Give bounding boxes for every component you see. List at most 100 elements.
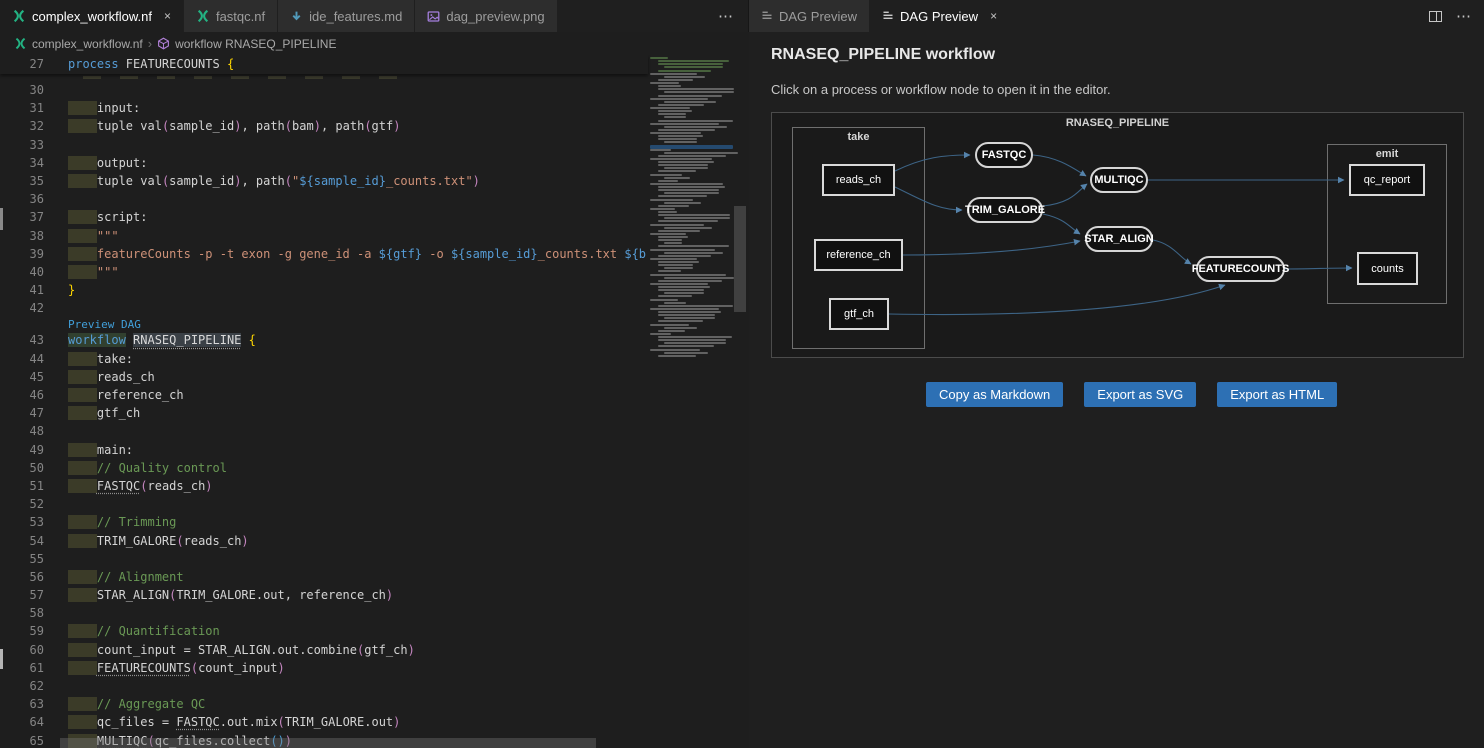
close-icon[interactable]: × — [164, 9, 171, 23]
code-line[interactable]: 38 """ — [0, 227, 648, 245]
code-line[interactable]: 35 tuple val(sample_id), path("${sample_… — [0, 172, 648, 190]
code-line[interactable]: 31 input: — [0, 99, 648, 117]
code-line[interactable]: 52 — [0, 495, 648, 513]
code-line[interactable]: 37 script: — [0, 208, 648, 226]
line-number: 36 — [0, 190, 44, 208]
code-line[interactable]: 58 — [0, 604, 648, 622]
code-line[interactable]: 49 main: — [0, 441, 648, 459]
tab-dag-preview-background[interactable]: DAG Preview — [749, 0, 870, 32]
minimap[interactable] — [650, 57, 733, 369]
code-line[interactable]: 44 take: — [0, 350, 648, 368]
dag-node-STAR_ALIGN[interactable]: STAR_ALIGN — [1085, 226, 1153, 252]
code-line[interactable]: 53 // Trimming — [0, 513, 648, 531]
code-token — [68, 119, 97, 133]
code-token — [68, 588, 97, 602]
minimap-line — [650, 145, 733, 149]
tab-dag-preview-png[interactable]: dag_preview.png — [415, 0, 557, 32]
dag-edge-reference_ch-to-STAR_ALIGN — [903, 241, 1080, 255]
code-line[interactable]: 63 // Aggregate QC — [0, 695, 648, 713]
dag-node-qc_report[interactable]: qc_report — [1349, 164, 1425, 196]
preview-icon — [761, 10, 773, 22]
tab-dag-preview-active[interactable]: DAG Preview × — [870, 0, 1010, 32]
code-line[interactable]: 39 featureCounts -p -t exon -g gene_id -… — [0, 245, 648, 263]
dag-node-FEATURECOUNTS[interactable]: FEATURECOUNTS — [1196, 256, 1285, 282]
minimap-line — [658, 345, 714, 347]
tab-fastqc[interactable]: fastqc.nf — [184, 0, 278, 32]
close-icon[interactable]: × — [990, 9, 997, 23]
minimap-line — [650, 333, 671, 335]
dag-node-MULTIQC[interactable]: MULTIQC — [1090, 167, 1148, 193]
code-line[interactable]: 55 — [0, 550, 648, 568]
code-token: FEATURECOUNTS — [97, 661, 191, 675]
code-line[interactable]: 42 — [0, 299, 648, 317]
code-line[interactable]: 43workflow RNASEQ_PIPELINE { — [0, 331, 648, 349]
code-line[interactable]: 57 STAR_ALIGN(TRIM_GALORE.out, reference… — [0, 586, 648, 604]
copy-as-markdown-button[interactable]: Copy as Markdown — [926, 382, 1063, 407]
code-line[interactable]: 62 — [0, 677, 648, 695]
tab-complex-workflow[interactable]: complex_workflow.nf × — [0, 0, 184, 32]
sticky-scroll-line[interactable]: 27 process FEATURECOUNTS { — [0, 55, 648, 74]
tab-ide-features[interactable]: ide_features.md — [278, 0, 415, 32]
minimap-line — [658, 104, 704, 106]
code-line[interactable]: 64 qc_files = FASTQC.out.mix(TRIM_GALORE… — [0, 713, 648, 731]
editor-actions: ⋯ — [1429, 0, 1484, 32]
tab-overflow-button[interactable]: ⋯ — [704, 7, 748, 25]
codelens-row[interactable]: Preview DAG — [0, 317, 648, 331]
code-line[interactable]: 36 — [0, 190, 648, 208]
minimap-line — [658, 164, 708, 166]
line-content: reads_ch — [68, 368, 155, 386]
dag-node-TRIM_GALORE[interactable]: TRIM_GALORE — [967, 197, 1043, 223]
minimap-line — [664, 116, 686, 118]
dag-node-reads_ch[interactable]: reads_ch — [822, 164, 895, 196]
code-line[interactable]: 54 TRIM_GALORE(reads_ch) — [0, 532, 648, 550]
export-as-svg-button[interactable]: Export as SVG — [1084, 382, 1196, 407]
line-content: """ — [68, 227, 119, 245]
breadcrumb-symbol[interactable]: workflow RNASEQ_PIPELINE — [175, 37, 336, 51]
code-token: reads_ch — [148, 479, 206, 493]
code-line[interactable]: 41} — [0, 281, 648, 299]
vertical-scrollbar[interactable] — [734, 206, 746, 312]
more-actions-icon[interactable]: ⋯ — [1456, 7, 1472, 25]
codelens-preview-dag-link[interactable]: Preview DAG — [68, 318, 141, 331]
minimap-line — [658, 355, 696, 357]
code-line[interactable]: 56 // Alignment — [0, 568, 648, 586]
line-number: 51 — [0, 477, 44, 495]
code-line[interactable]: 30 — [0, 81, 648, 99]
code-line[interactable]: 46 reference_ch — [0, 386, 648, 404]
dag-node-counts[interactable]: counts — [1357, 252, 1418, 285]
code-token: ) — [393, 715, 400, 729]
code-token: .out.mix — [220, 715, 278, 729]
code-line[interactable]: 45 reads_ch — [0, 368, 648, 386]
minimap-line — [658, 129, 715, 131]
code-token: ( — [176, 534, 183, 548]
code-token: ) — [473, 174, 480, 188]
dag-node-gtf_ch[interactable]: gtf_ch — [829, 298, 889, 330]
code-token: sample_id — [169, 119, 234, 133]
minimap-line — [664, 267, 693, 269]
horizontal-scrollbar[interactable] — [60, 738, 596, 748]
dag-node-reference_ch[interactable]: reference_ch — [814, 239, 903, 271]
minimap-line — [664, 126, 727, 128]
code-line[interactable]: 60 count_input = STAR_ALIGN.out.combine(… — [0, 641, 648, 659]
line-content: script: — [68, 208, 147, 226]
code-line[interactable]: 50 // Quality control — [0, 459, 648, 477]
code-line[interactable]: 33 — [0, 136, 648, 154]
code-line[interactable]: 47 gtf_ch — [0, 404, 648, 422]
code-line[interactable]: 59 // Quantification — [0, 622, 648, 640]
code-line[interactable]: 51 FASTQC(reads_ch) — [0, 477, 648, 495]
code-line[interactable]: 48 — [0, 422, 648, 440]
code-line[interactable]: 34 output: — [0, 154, 648, 172]
breadcrumb-file[interactable]: complex_workflow.nf — [32, 37, 143, 51]
export-as-html-button[interactable]: Export as HTML — [1217, 382, 1337, 407]
split-editor-icon[interactable] — [1429, 11, 1442, 22]
code-line[interactable]: 32 tuple val(sample_id), path(bam), path… — [0, 117, 648, 135]
dag-edge-TRIM_GALORE-to-MULTIQC — [1043, 184, 1087, 206]
code-line[interactable]: 40 """ — [0, 263, 648, 281]
minimap-line — [650, 149, 671, 151]
code-editor[interactable]: 27 process FEATURECOUNTS { 3031 input:32… — [0, 55, 748, 748]
dag-node-FASTQC[interactable]: FASTQC — [975, 142, 1033, 168]
minimap-line — [664, 302, 686, 304]
minimap-line — [650, 208, 675, 210]
code-line[interactable]: 61 FEATURECOUNTS(count_input) — [0, 659, 648, 677]
line-number: 56 — [0, 568, 44, 586]
